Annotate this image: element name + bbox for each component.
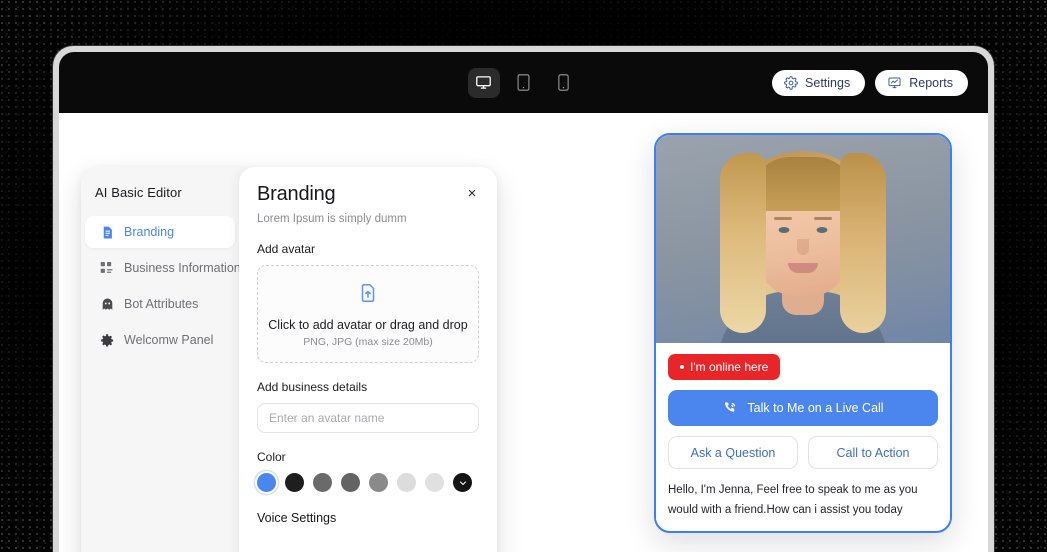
settings-button[interactable]: Settings bbox=[772, 69, 866, 96]
color-swatch[interactable] bbox=[257, 473, 276, 492]
avatar-dropzone[interactable]: Click to add avatar or drag and drop PNG… bbox=[257, 265, 479, 363]
settings-label: Settings bbox=[805, 75, 851, 90]
avatar-eye bbox=[778, 227, 790, 233]
widget-body: I'm online here Talk to Me on a Live Cal… bbox=[656, 343, 950, 521]
phone-call-icon bbox=[725, 402, 736, 412]
status-badge-label: I'm online here bbox=[690, 360, 769, 374]
sidebar-item-label: Business Information bbox=[124, 261, 241, 275]
reports-label: Reports bbox=[909, 75, 953, 90]
bot-icon bbox=[99, 296, 115, 312]
device-toggle-group bbox=[467, 67, 580, 98]
sidebar-item-label: Welcomw Panel bbox=[124, 333, 214, 347]
reports-chart-icon bbox=[888, 77, 901, 88]
chevron-down-icon bbox=[459, 480, 466, 485]
color-swatch[interactable] bbox=[369, 473, 388, 492]
color-swatch[interactable] bbox=[425, 473, 444, 492]
ai-basic-editor-card: AI Basic Editor Branding Business Inform… bbox=[81, 167, 497, 552]
editor-content-panel: × Branding Lorem Ipsum is simply dumm Ad… bbox=[239, 167, 497, 552]
widget-action-group: Ask a Question Call to Action bbox=[668, 436, 938, 469]
color-swatch-group bbox=[257, 473, 479, 492]
greeting-message: Hello, I'm Jenna, Feel free to speak to … bbox=[668, 484, 918, 516]
mobile-icon bbox=[558, 74, 569, 91]
avatar-brow bbox=[774, 217, 792, 220]
sidebar-title: AI Basic Editor bbox=[95, 185, 182, 200]
device-toggle-desktop[interactable] bbox=[467, 67, 500, 98]
device-screen: Settings Reports AI Basic Editor Brandin… bbox=[59, 52, 988, 552]
app-header: Settings Reports bbox=[59, 52, 988, 113]
avatar-video[interactable] bbox=[656, 135, 950, 343]
status-dot-icon bbox=[680, 365, 684, 369]
color-swatch[interactable] bbox=[341, 473, 360, 492]
grid-icon bbox=[99, 260, 115, 276]
add-avatar-label: Add avatar bbox=[257, 242, 316, 256]
color-label: Color bbox=[257, 450, 286, 464]
header-actions: Settings Reports bbox=[772, 69, 968, 96]
gear-icon bbox=[99, 332, 115, 348]
gear-icon bbox=[784, 75, 798, 90]
page-backdrop: Settings Reports AI Basic Editor Brandin… bbox=[0, 0, 1047, 552]
avatar-brow bbox=[814, 217, 832, 220]
desktop-icon bbox=[476, 76, 491, 89]
sidebar-item-label: Bot Attributes bbox=[124, 297, 199, 311]
add-business-details-label: Add business details bbox=[257, 380, 368, 394]
live-call-button[interactable]: Talk to Me on a Live Call bbox=[668, 390, 938, 426]
device-frame: Settings Reports AI Basic Editor Brandin… bbox=[53, 46, 994, 552]
preview-canvas: AI Basic Editor Branding Business Inform… bbox=[59, 113, 988, 552]
reports-button[interactable]: Reports bbox=[875, 69, 968, 96]
call-to-action-button[interactable]: Call to Action bbox=[808, 436, 938, 469]
status-badge[interactable]: I'm online here bbox=[668, 354, 781, 380]
dropzone-subtitle: PNG, JPG (max size 20Mb) bbox=[303, 336, 433, 348]
color-swatch[interactable] bbox=[285, 473, 304, 492]
device-toggle-mobile[interactable] bbox=[548, 68, 580, 98]
color-swatch[interactable] bbox=[397, 473, 416, 492]
voice-settings-label: Voice Settings bbox=[257, 511, 337, 525]
avatar-hair-right bbox=[840, 153, 886, 333]
sidebar-item-welcome-panel[interactable]: Welcomw Panel bbox=[85, 324, 235, 356]
avatar-name-input[interactable] bbox=[257, 403, 479, 433]
avatar-nose bbox=[797, 239, 809, 255]
sidebar-item-label: Branding bbox=[124, 225, 175, 239]
avatar-hair-left bbox=[720, 153, 766, 333]
close-icon[interactable]: × bbox=[463, 184, 481, 202]
more-colors-button[interactable] bbox=[453, 473, 472, 492]
panel-subtitle: Lorem Ipsum is simply dumm bbox=[257, 213, 407, 225]
sidebar-item-bot-attributes[interactable]: Bot Attributes bbox=[85, 288, 235, 320]
device-toggle-tablet[interactable] bbox=[508, 68, 540, 98]
tablet-icon bbox=[517, 74, 530, 91]
sidebar-item-business-information[interactable]: Business Information bbox=[85, 252, 241, 284]
live-call-label: Talk to Me on a Live Call bbox=[747, 401, 884, 415]
sidebar-item-branding[interactable]: Branding bbox=[85, 216, 235, 248]
upload-file-icon bbox=[361, 284, 375, 302]
dropzone-title: Click to add avatar or drag and drop bbox=[268, 318, 468, 332]
ask-question-button[interactable]: Ask a Question bbox=[668, 436, 798, 469]
editor-sidebar: AI Basic Editor Branding Business Inform… bbox=[81, 167, 241, 552]
document-icon bbox=[99, 224, 115, 240]
color-swatch[interactable] bbox=[313, 473, 332, 492]
avatar-eye bbox=[816, 227, 828, 233]
page-title: Branding bbox=[257, 183, 336, 205]
chat-widget-preview: I'm online here Talk to Me on a Live Cal… bbox=[654, 133, 952, 533]
